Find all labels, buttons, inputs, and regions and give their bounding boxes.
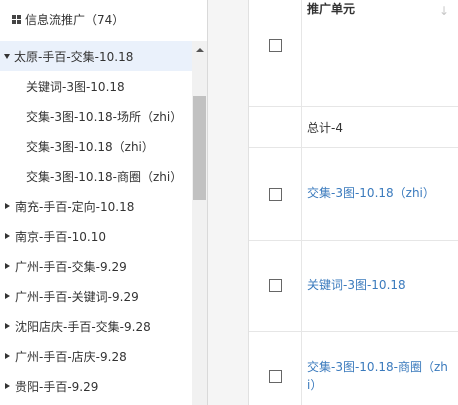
tree-item[interactable]: 南京-手百-10.10 — [0, 221, 192, 251]
collapsed-arrow-icon[interactable] — [5, 323, 10, 329]
tree-child-item[interactable]: 交集-3图-10.18（zhi） — [0, 131, 192, 161]
collapsed-arrow-icon[interactable] — [5, 353, 10, 359]
unit-link[interactable]: 关键词-3图-10.18 — [307, 276, 406, 294]
tree-item-label: 交集-3图-10.18-商圈（zhi） — [26, 169, 183, 184]
total-label: 总计-4 — [307, 121, 343, 135]
tree-item-label: 关键词-3图-10.18 — [26, 79, 125, 94]
tree-header-label: 信息流推广（74） — [25, 13, 125, 27]
panel-gap — [208, 0, 248, 405]
table-row: 交集-3图-10.18（zhi） — [249, 148, 458, 241]
row-checkbox[interactable] — [269, 370, 282, 383]
tree-child-item[interactable]: 交集-3图-10.18-场所（zhi） — [0, 101, 192, 131]
sort-arrow-icon[interactable]: ↓ — [439, 4, 449, 18]
campaign-tree-panel: 信息流推广（74） 太原-手百-交集-10.18 关键词-3图-10.18 交集… — [0, 0, 208, 405]
tree-item[interactable]: 南充-手百-定向-10.18 — [0, 191, 192, 221]
collapsed-arrow-icon[interactable] — [5, 293, 10, 299]
unit-link[interactable]: 交集-3图-10.18-商圈（zh i） — [307, 358, 448, 394]
tree-item-label: 太原-手百-交集-10.18 — [14, 49, 134, 64]
collapsed-arrow-icon[interactable] — [5, 203, 10, 209]
collapsed-arrow-icon[interactable] — [5, 383, 10, 389]
tree-item-taiyuan[interactable]: 太原-手百-交集-10.18 — [0, 41, 192, 71]
unit-link-line2: i） — [307, 378, 323, 392]
grid-icon — [12, 15, 21, 24]
scroll-up-arrow-icon[interactable] — [192, 41, 207, 58]
table-row: 交集-3图-10.18-商圈（zh i） — [249, 332, 458, 405]
tree-item-label: 贵阳-手百-9.29 — [15, 379, 99, 394]
select-all-checkbox[interactable] — [269, 39, 282, 52]
tree-child-item[interactable]: 关键词-3图-10.18 — [0, 71, 192, 101]
table-row: 关键词-3图-10.18 — [249, 241, 458, 332]
unit-table: 推广单元 ↓ 总计-4 交集-3图-10.18（zhi） 关键词-3图-10.1… — [248, 0, 458, 405]
row-checkbox[interactable] — [269, 279, 282, 292]
tree-item-label: 交集-3图-10.18-场所（zhi） — [26, 109, 183, 124]
unit-link-line1: 交集-3图-10.18-商圈（zh — [307, 360, 448, 374]
tree-item[interactable]: 广州-手百-店庆-9.28 — [0, 341, 192, 371]
row-checkbox[interactable] — [269, 188, 282, 201]
tree-item-label: 广州-手百-交集-9.29 — [15, 259, 127, 274]
scroll-thumb[interactable] — [193, 96, 206, 200]
tree-scrollbar[interactable] — [192, 41, 207, 405]
collapsed-arrow-icon[interactable] — [5, 263, 10, 269]
table-total-row: 总计-4 — [249, 107, 458, 148]
column-header-unit[interactable]: 推广单元 — [307, 0, 355, 18]
tree-item-label: 交集-3图-10.18（zhi） — [26, 139, 154, 154]
tree-item[interactable]: 广州-手百-交集-9.29 — [0, 251, 192, 281]
tree-child-item[interactable]: 交集-3图-10.18-商圈（zhi） — [0, 161, 192, 191]
tree-item-label: 南充-手百-定向-10.18 — [15, 199, 135, 214]
unit-link[interactable]: 交集-3图-10.18（zhi） — [307, 184, 435, 202]
tree-item-label: 广州-手百-店庆-9.28 — [15, 349, 127, 364]
tree-header[interactable]: 信息流推广（74） — [0, 0, 207, 39]
tree-item-label: 南京-手百-10.10 — [15, 229, 107, 244]
tree-item[interactable]: 沈阳店庆-手百-交集-9.28 — [0, 311, 192, 341]
tree-item[interactable]: 贵阳-手百-9.29 — [0, 371, 192, 401]
collapsed-arrow-icon[interactable] — [5, 233, 10, 239]
tree-item[interactable]: 广州-手百-关键词-9.29 — [0, 281, 192, 311]
tree-item-label: 沈阳店庆-手百-交集-9.28 — [15, 319, 151, 334]
table-header-row: 推广单元 ↓ — [249, 0, 458, 107]
expanded-arrow-icon[interactable] — [4, 53, 10, 59]
tree-list: 太原-手百-交集-10.18 关键词-3图-10.18 交集-3图-10.18-… — [0, 41, 192, 401]
tree-item-label: 广州-手百-关键词-9.29 — [15, 289, 139, 304]
